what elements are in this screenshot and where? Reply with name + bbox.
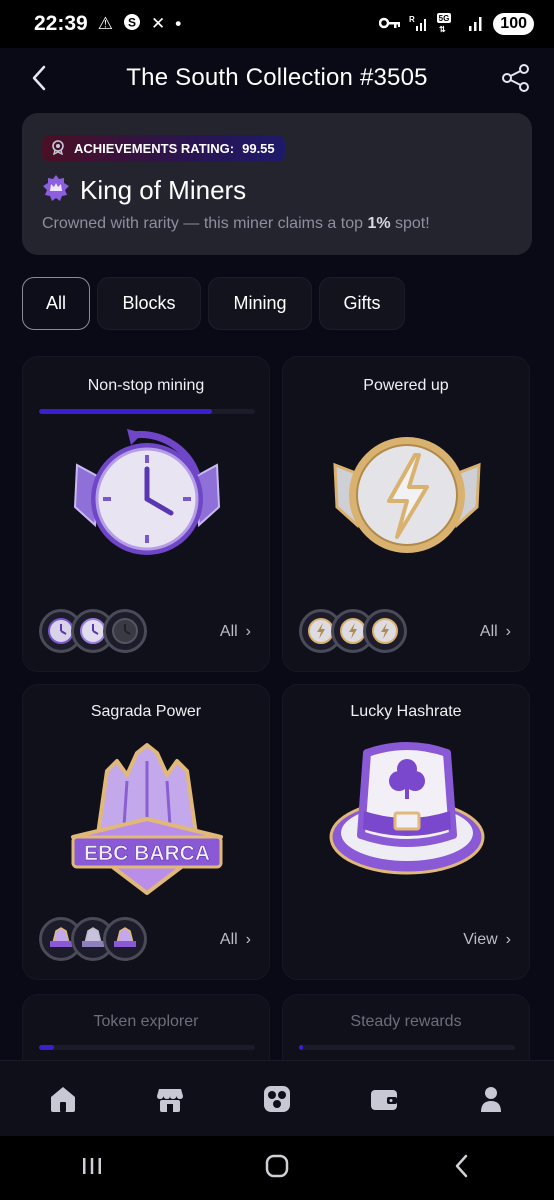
- tab-blocks[interactable]: Blocks: [97, 277, 201, 330]
- progress-fill: [39, 1045, 55, 1050]
- mining-icon[interactable]: [261, 1083, 293, 1115]
- view-link[interactable]: View ›: [463, 931, 511, 949]
- badge-text: EBC BARCA: [84, 842, 210, 865]
- card-title: Non-stop mining: [87, 377, 205, 394]
- signal-5g-icon: 5G ⇅: [437, 12, 459, 36]
- home-icon[interactable]: [47, 1083, 79, 1115]
- back-icon[interactable]: [450, 1153, 474, 1184]
- clock-medal-icon: [67, 425, 227, 565]
- subtitle-prefix: Crowned with rarity — this miner claims …: [42, 215, 368, 232]
- key-icon: [379, 16, 401, 33]
- chevron-right-icon: ›: [245, 623, 251, 640]
- tab-mining[interactable]: Mining: [208, 277, 312, 330]
- progress-fill: [299, 1045, 304, 1050]
- chevron-right-icon: ›: [505, 623, 511, 640]
- progress-fill: [39, 409, 212, 414]
- rating-label: ACHIEVEMENTS RATING:: [74, 141, 235, 156]
- wallet-icon[interactable]: [368, 1083, 400, 1115]
- status-bar: 22:39 ⚠ S ✕ • R 5G ⇅ 100: [0, 0, 554, 48]
- app-header: The South Collection #3505: [0, 48, 554, 108]
- signal-icon: [467, 14, 485, 35]
- signal-r-icon: R: [409, 14, 429, 35]
- crown-badge-icon: [42, 174, 70, 207]
- share-icon[interactable]: [500, 62, 532, 94]
- progress-bar: [39, 409, 255, 414]
- collected-thumbnails: [299, 609, 407, 653]
- chevron-right-icon: ›: [505, 931, 511, 948]
- dot-icon: •: [175, 14, 182, 33]
- card-action-label: All: [219, 623, 238, 640]
- medal-small-icon: [50, 139, 66, 158]
- back-arrow-icon[interactable]: [28, 62, 52, 94]
- svg-text:⇅: ⇅: [439, 25, 446, 33]
- achievement-card-powered-up[interactable]: Powered up All ›: [282, 356, 530, 672]
- tab-gifts[interactable]: Gifts: [319, 277, 405, 330]
- battery-indicator: 100: [493, 13, 534, 35]
- thumb-lightning-icon: [363, 609, 407, 653]
- system-navigation-bar: [0, 1136, 554, 1200]
- chevron-right-icon: ›: [245, 931, 251, 948]
- svg-text:5G: 5G: [439, 14, 450, 23]
- bottom-navigation: [0, 1060, 554, 1136]
- profile-icon[interactable]: [475, 1083, 507, 1115]
- subtitle-highlight: 1%: [367, 215, 391, 232]
- card-action-label: All: [479, 623, 498, 640]
- dollar-circle-icon: S: [123, 13, 141, 36]
- view-all-link[interactable]: All ›: [220, 931, 251, 949]
- progress-bar: [299, 1045, 515, 1050]
- view-all-link[interactable]: All ›: [480, 623, 511, 641]
- achievement-card-lucky-hashrate[interactable]: Lucky Hashrate View ›: [282, 684, 530, 980]
- recents-icon[interactable]: [80, 1154, 104, 1183]
- card-title: Token explorer: [93, 1013, 199, 1030]
- achievement-card: ACHIEVEMENTS RATING: 99.55 King of Miner…: [22, 113, 532, 255]
- status-time: 22:39: [34, 12, 88, 35]
- achievement-card-non-stop-mining[interactable]: Non-stop mining All ›: [22, 356, 270, 672]
- lightning-medal-icon: [327, 425, 487, 565]
- rating-value: 99.55: [242, 141, 275, 156]
- x-icon: ✕: [150, 14, 166, 33]
- collected-thumbnails: [39, 917, 147, 961]
- card-title: Sagrada Power: [90, 703, 202, 720]
- warning-icon: ⚠: [97, 14, 113, 33]
- subtitle-suffix: spot!: [390, 215, 430, 232]
- tab-all[interactable]: All: [22, 277, 90, 330]
- clover-hat-badge-icon: [327, 741, 487, 881]
- home-circle-icon[interactable]: [264, 1153, 290, 1184]
- achievements-rating-badge: ACHIEVEMENTS RATING: 99.55: [42, 135, 285, 162]
- store-icon[interactable]: [154, 1083, 186, 1115]
- card-action-label: View: [463, 931, 498, 948]
- card-action-label: All: [219, 931, 238, 948]
- svg-text:S: S: [128, 15, 136, 29]
- achievement-subtitle: Crowned with rarity — this miner claims …: [42, 215, 512, 233]
- progress-bar: [39, 1045, 255, 1050]
- card-title: Lucky Hashrate: [350, 703, 462, 720]
- thumb-clock-locked-icon: [103, 609, 147, 653]
- collected-thumbnails: [39, 609, 147, 653]
- card-title: Steady rewards: [350, 1013, 462, 1030]
- achievement-card-token-explorer[interactable]: Token explorer: [22, 994, 270, 1060]
- page-title: The South Collection #3505: [126, 64, 428, 91]
- achievement-card-sagrada-power[interactable]: Sagrada Power EBC BARCA All ›: [22, 684, 270, 980]
- view-all-link[interactable]: All ›: [220, 623, 251, 641]
- thumb-barca-icon: [103, 917, 147, 961]
- ebc-barca-badge-icon: EBC BARCA: [67, 741, 227, 901]
- card-title: Powered up: [363, 377, 449, 394]
- filter-tabs: All Blocks Mining Gifts: [22, 277, 405, 330]
- svg-text:R: R: [409, 15, 415, 24]
- achievement-card-steady-rewards[interactable]: Steady rewards: [282, 994, 530, 1060]
- achievement-title: King of Miners: [80, 175, 247, 205]
